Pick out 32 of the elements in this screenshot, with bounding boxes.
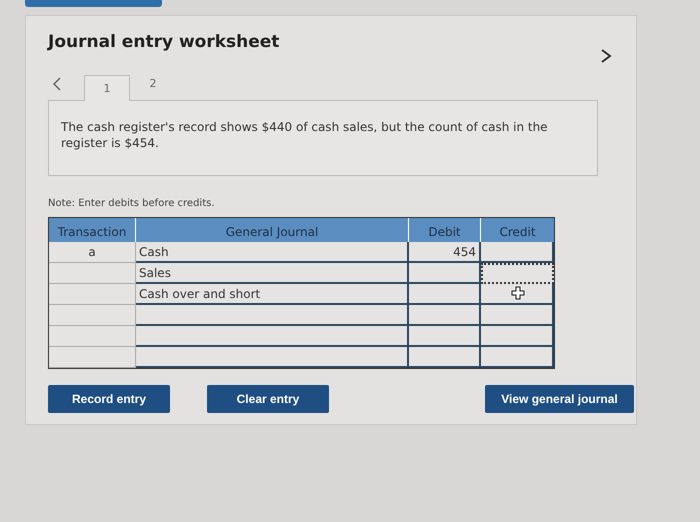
- view-journal-button[interactable]: View general journal: [485, 385, 634, 413]
- account-field[interactable]: Sales: [136, 263, 409, 284]
- note-text: Note: Enter debits before credits.: [48, 198, 216, 209]
- debit-field[interactable]: [409, 284, 481, 305]
- record-entry-button[interactable]: Record entry: [48, 385, 170, 413]
- credit-field[interactable]: [481, 347, 554, 368]
- debit-field[interactable]: [409, 263, 481, 284]
- column-header: General Journal: [136, 218, 409, 242]
- debit-field[interactable]: [409, 347, 481, 368]
- credit-field[interactable]: [481, 242, 554, 263]
- account-field[interactable]: [136, 305, 409, 326]
- credit-field[interactable]: [481, 284, 554, 305]
- credit-field[interactable]: [481, 305, 554, 326]
- account-field[interactable]: [136, 347, 409, 368]
- step-tab[interactable]: 2: [130, 77, 176, 100]
- column-header: Debit: [409, 218, 481, 242]
- clear-entry-button[interactable]: Clear entry: [207, 385, 329, 413]
- question-text: The cash register's record shows $440 of cash sales, but the count of cash in the register is $454.: [61, 120, 548, 150]
- account-field[interactable]: Cash over and short: [136, 284, 409, 305]
- column-header: Credit: [481, 218, 554, 242]
- debit-field[interactable]: 454: [409, 242, 481, 263]
- column-header: Transaction: [49, 218, 136, 242]
- account-field[interactable]: Cash: [136, 242, 409, 263]
- worksheet-title: Journal entry worksheet: [48, 32, 280, 52]
- debit-field[interactable]: [409, 305, 481, 326]
- credit-field[interactable]: [481, 326, 554, 347]
- account-field[interactable]: [136, 326, 409, 347]
- transaction-cell: a: [49, 242, 136, 263]
- credit-field[interactable]: [481, 263, 554, 284]
- debit-field[interactable]: [409, 326, 481, 347]
- move-cursor-icon: [511, 286, 525, 300]
- step-tab[interactable]: 1: [84, 75, 130, 101]
